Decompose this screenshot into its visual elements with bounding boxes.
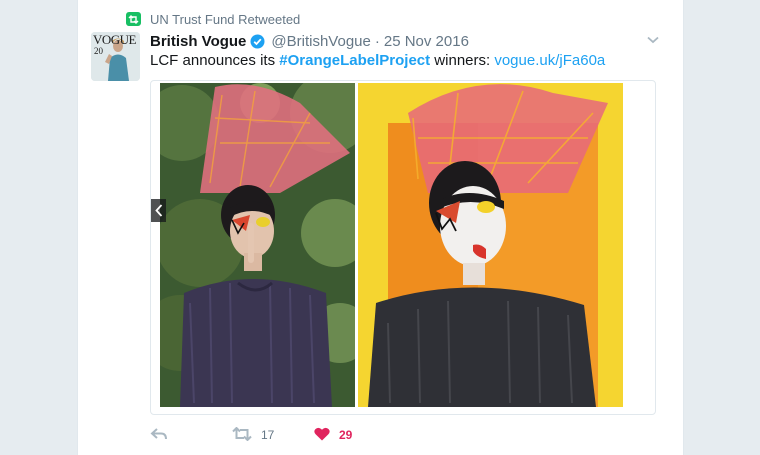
tweet-text: LCF announces its #OrangeLabelProject wi… <box>150 52 605 69</box>
url-link[interactable]: vogue.uk/jFa60a <box>494 52 605 69</box>
tweet-text-start: LCF announces its <box>150 52 280 69</box>
tweet-header: British Vogue @BritishVogue · 25 Nov 201… <box>150 31 469 51</box>
tweet-card[interactable]: UN Trust Fund Retweeted VOGUE 20 British… <box>77 0 684 455</box>
tweet-actions: 17 29 <box>150 426 352 444</box>
media-photo-right[interactable] <box>358 83 623 407</box>
retweet-count: 17 <box>261 428 275 442</box>
reply-button[interactable] <box>150 427 232 444</box>
retweet-icon <box>232 426 252 444</box>
reply-icon <box>150 427 168 444</box>
retweet-context: UN Trust Fund Retweeted <box>126 10 300 28</box>
media-card[interactable] <box>150 80 656 415</box>
screen-name[interactable]: @BritishVogue <box>271 33 370 50</box>
heart-icon <box>314 427 330 444</box>
retweet-context-label[interactable]: UN Trust Fund Retweeted <box>150 12 300 27</box>
chevron-left-icon[interactable] <box>151 199 166 222</box>
retweet-icon <box>126 12 141 26</box>
avatar[interactable]: VOGUE 20 <box>91 32 140 81</box>
retweet-button[interactable]: 17 <box>232 426 314 444</box>
avatar-issue: 20 <box>94 46 103 56</box>
like-button[interactable]: 29 <box>314 427 352 444</box>
like-count: 29 <box>339 428 353 442</box>
hashtag-link[interactable]: #OrangeLabelProject <box>279 52 430 69</box>
media-photo-left[interactable] <box>160 83 355 407</box>
header-separator: · <box>374 32 380 50</box>
verified-badge-icon <box>250 34 265 49</box>
display-name[interactable]: British Vogue <box>150 33 246 50</box>
timestamp[interactable]: 25 Nov 2016 <box>384 33 469 50</box>
chevron-down-icon[interactable] <box>645 33 661 47</box>
tweet-text-middle: winners: <box>430 52 495 69</box>
